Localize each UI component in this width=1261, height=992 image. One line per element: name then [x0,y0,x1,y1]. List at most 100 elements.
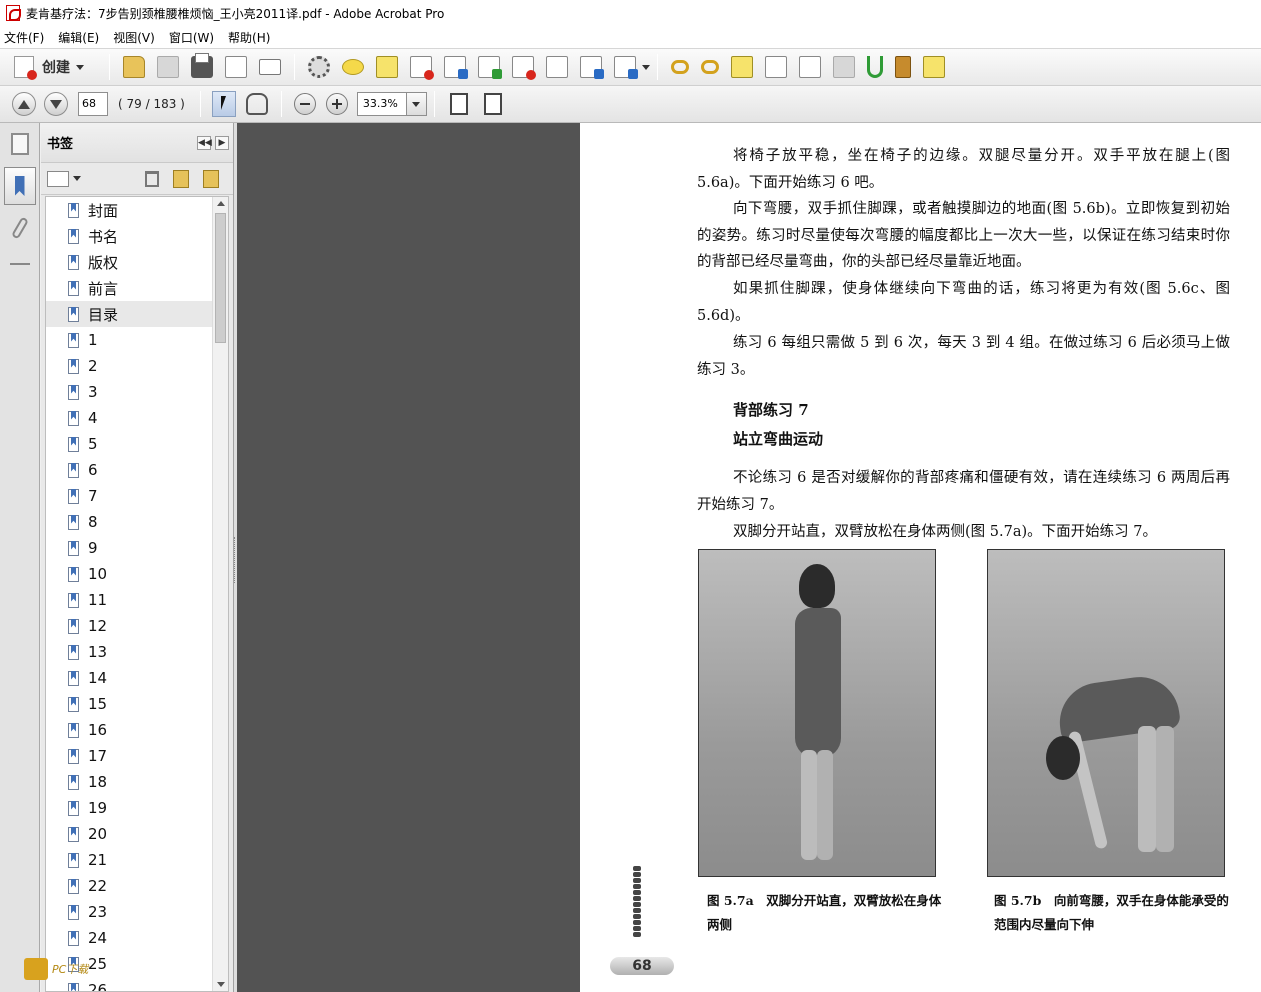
print-icon[interactable] [191,53,213,78]
zoom-in-button[interactable] [325,93,348,115]
bookmark-label: 版权 [88,253,119,272]
comment-icon[interactable] [342,59,364,75]
zoom-out-button[interactable] [293,93,316,115]
bookmark-icon [68,202,79,218]
bookmark-item[interactable]: 14 [46,665,228,691]
bookmark-icon [68,800,79,816]
bookmark-item[interactable]: 9 [46,535,228,561]
form-fields-icon[interactable] [546,56,568,78]
bookmark-item[interactable]: 8 [46,509,228,535]
bookmark-item[interactable]: 1 [46,327,228,353]
web-capture-icon[interactable] [614,56,638,79]
bookmark-item[interactable]: 16 [46,717,228,743]
previous-page-button[interactable] [12,92,36,116]
fit-page-icon[interactable] [449,93,468,115]
watermark-text: PC下载 [52,963,89,976]
signatures-icon[interactable] [9,251,30,265]
edit-document-icon[interactable] [225,56,247,78]
bookmark-item[interactable]: 23 [46,899,228,925]
hand-tool-icon[interactable] [245,93,268,115]
chevron-down-icon[interactable] [642,64,650,70]
bookmarks-icon[interactable] [3,167,36,205]
blank-page-icon[interactable] [799,56,821,78]
menu-view[interactable]: 视图(V) [113,29,155,46]
bookmark-item[interactable]: 书名 [46,223,228,249]
bookmark-item[interactable]: 6 [46,457,228,483]
bookmark-label: 11 [88,591,108,609]
bookmark-item[interactable]: 18 [46,769,228,795]
reading-mode-icon[interactable] [895,56,911,78]
bookmark-manager-icon[interactable] [923,56,945,78]
bookmark-item[interactable]: 7 [46,483,228,509]
delete-page-icon[interactable] [410,56,434,80]
action-wizard-icon[interactable] [867,56,883,78]
new-bookmark-icon[interactable] [173,169,189,188]
collapse-panel-icon[interactable]: ◀◀ [197,135,212,150]
bookmark-icon [68,930,79,946]
expand-bookmark-icon[interactable] [203,169,219,188]
bookmark-icon [68,332,79,348]
bookmark-item[interactable]: 21 [46,847,228,873]
fit-width-icon[interactable] [483,93,502,115]
export-page-icon[interactable] [478,56,502,79]
next-page-button[interactable] [44,92,68,116]
link-icon[interactable] [671,60,689,74]
bookmark-item[interactable]: 10 [46,561,228,587]
menu-file[interactable]: 文件(F) [4,29,44,46]
menu-edit[interactable]: 编辑(E) [58,29,99,46]
navigation-pane-rail [0,123,40,992]
bookmark-label: 14 [88,669,108,687]
bookmark-item[interactable]: 17 [46,743,228,769]
scroll-thumb[interactable] [215,213,226,343]
bookmark-item[interactable]: 19 [46,795,228,821]
page-thumbnails-icon[interactable] [10,133,29,155]
bookmark-options-menu-icon[interactable] [47,170,69,187]
bookmark-item[interactable]: 13 [46,639,228,665]
create-button[interactable]: 创建 [8,53,90,81]
chevron-down-icon[interactable] [73,176,81,181]
bookmark-item[interactable]: 15 [46,691,228,717]
highlight-text-icon[interactable] [376,56,398,78]
scroll-down-icon[interactable] [217,982,225,987]
attachments-icon[interactable] [10,216,29,240]
bookmark-item[interactable]: 目录 [46,301,228,327]
navigation-toolbar: 68 ( 79 / 183 ) 33.3% [0,86,1261,123]
menu-window[interactable]: 窗口(W) [169,29,214,46]
bookmark-item[interactable]: 11 [46,587,228,613]
bookmark-item[interactable]: 5 [46,431,228,457]
bookmark-item[interactable]: 3 [46,379,228,405]
bookmark-item[interactable]: 20 [46,821,228,847]
bookmark-item[interactable]: 4 [46,405,228,431]
zoom-dropdown-button[interactable] [406,92,427,116]
page-properties-icon[interactable] [444,56,468,79]
sign-document-icon[interactable] [512,56,536,80]
zoom-level-input[interactable]: 33.3% [356,92,407,116]
panel-options-icon[interactable]: ▶ [215,135,229,150]
menu-help[interactable]: 帮助(H) [228,29,270,46]
email-icon[interactable] [259,59,281,75]
open-folder-icon[interactable] [123,56,145,78]
bookmarks-scrollbar[interactable] [212,197,228,991]
scroll-up-icon[interactable] [217,201,225,206]
figure-leg [817,750,833,860]
bookmark-item[interactable]: 前言 [46,275,228,301]
unlink-icon[interactable] [701,60,719,74]
bookmark-item[interactable]: 12 [46,613,228,639]
save-icon[interactable] [157,56,179,78]
tag-icon[interactable] [731,56,753,78]
delete-bookmark-icon[interactable] [145,170,159,187]
bookmark-item[interactable]: 22 [46,873,228,899]
toolbar-divider [657,54,658,80]
bookmark-item[interactable]: 版权 [46,249,228,275]
settings-gear-icon[interactable] [308,56,330,78]
figure-caption-b: 图 5.7b 向前弯腰，双手在身体能承受的范围内尽量向下伸 [994,893,1229,932]
bookmark-item[interactable]: 2 [46,353,228,379]
bookmark-item[interactable]: 24 [46,925,228,951]
title-bar: 麦肯基疗法：7步告别颈椎腰椎烦恼_王小亮2011译.pdf - Adobe Ac… [0,0,1261,26]
page-number-input[interactable]: 68 [78,92,108,116]
scanner-icon[interactable] [833,56,855,78]
select-tool-button[interactable] [211,91,236,117]
document-info-icon[interactable] [765,56,787,78]
bookmark-item[interactable]: 封面 [46,197,228,223]
combine-files-icon[interactable] [580,56,604,79]
